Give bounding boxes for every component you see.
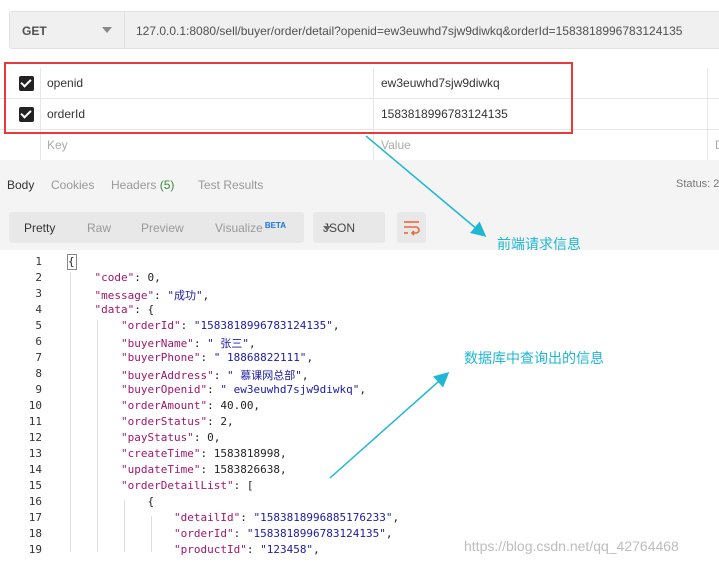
arrow-to-db [329,372,450,479]
watermark: https://blog.csdn.net/qq_42764468 [464,538,679,554]
annotation-front-request: 前端请求信息 [497,236,581,252]
annotation-db-result: 数据库中查询出的信息 [464,350,604,366]
annotation-arrows [329,135,487,479]
arrow-to-request [365,135,487,237]
